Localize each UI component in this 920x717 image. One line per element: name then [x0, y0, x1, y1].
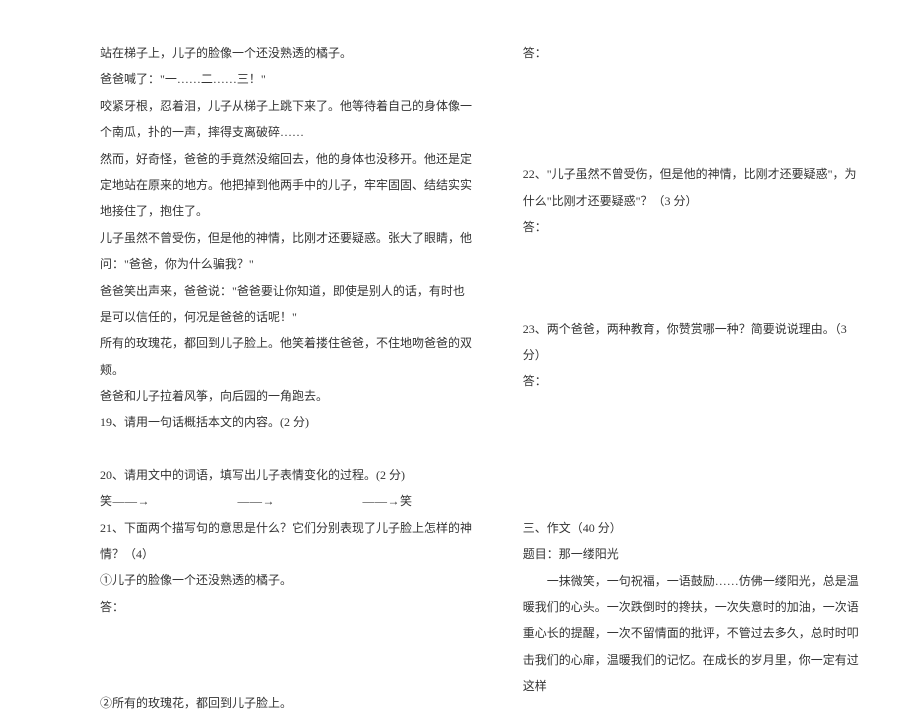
essay-prompt: 一抹微笑，一句祝福，一语鼓励……仿佛一缕阳光，总是温暖我们的心头。一次跌倒时的搀… [523, 568, 860, 700]
essay-title: 题目：那一缕阳光 [523, 541, 860, 567]
answer-label: 答： [523, 368, 860, 394]
story-paragraph: 然而，好奇怪，爸爸的手竟然没缩回去，他的身体也没移开。他还是定定地站在原来的地方… [100, 146, 473, 225]
right-column: 答： 22、"儿子虽然不曾受伤，但是他的神情，比刚才还要疑惑"，为什么"比刚才还… [523, 40, 860, 620]
story-paragraph: 爸爸笑出声来，爸爸说："爸爸要让你知道，即使是别人的话，有时也是可以信任的，何况… [100, 278, 473, 331]
question-19: 19、请用一句话概括本文的内容。(2 分) [100, 409, 473, 435]
story-paragraph: 站在梯子上，儿子的脸像一个还没熟透的橘子。 [100, 40, 473, 66]
question-20-arrows: 笑——→ ——→ ——→笑 [100, 488, 473, 514]
question-21: 21、下面两个描写句的意思是什么？它们分别表现了儿子脸上怎样的神情？（4） [100, 515, 473, 568]
question-22: 22、"儿子虽然不曾受伤，但是他的神情，比刚才还要疑惑"，为什么"比刚才还要疑惑… [523, 161, 860, 214]
story-paragraph: 所有的玫瑰花，都回到儿子脸上。他笑着搂住爸爸，不住地吻爸爸的双颊。 [100, 330, 473, 383]
section-3-heading: 三、作文（40 分） [523, 515, 860, 541]
question-23: 23、两个爸爸，两种教育，你赞赏哪一种？简要说说理由。（3 分） [523, 316, 860, 369]
question-20: 20、请用文中的词语，填写出儿子表情变化的过程。(2 分) [100, 462, 473, 488]
question-21-option-a: ①儿子的脸像一个还没熟透的橘子。 [100, 567, 473, 593]
story-paragraph: 儿子虽然不曾受伤，但是他的神情，比刚才还要疑惑。张大了眼睛，他问："爸爸，你为什… [100, 225, 473, 278]
document-columns: 站在梯子上，儿子的脸像一个还没熟透的橘子。 爸爸喊了："一……二……三！" 咬紧… [100, 40, 860, 620]
question-21-option-b: ②所有的玫瑰花，都回到儿子脸上。 [100, 690, 473, 716]
story-paragraph: 爸爸喊了："一……二……三！" [100, 66, 473, 92]
answer-label: 答： [523, 214, 860, 240]
left-column: 站在梯子上，儿子的脸像一个还没熟透的橘子。 爸爸喊了："一……二……三！" 咬紧… [100, 40, 473, 620]
answer-label: 答： [100, 594, 473, 620]
story-paragraph: 咬紧牙根，忍着泪，儿子从梯子上跳下来了。他等待着自己的身体像一个南瓜，扑的一声，… [100, 93, 473, 146]
story-paragraph: 爸爸和儿子拉着风筝，向后园的一角跑去。 [100, 383, 473, 409]
answer-label: 答： [523, 40, 860, 66]
